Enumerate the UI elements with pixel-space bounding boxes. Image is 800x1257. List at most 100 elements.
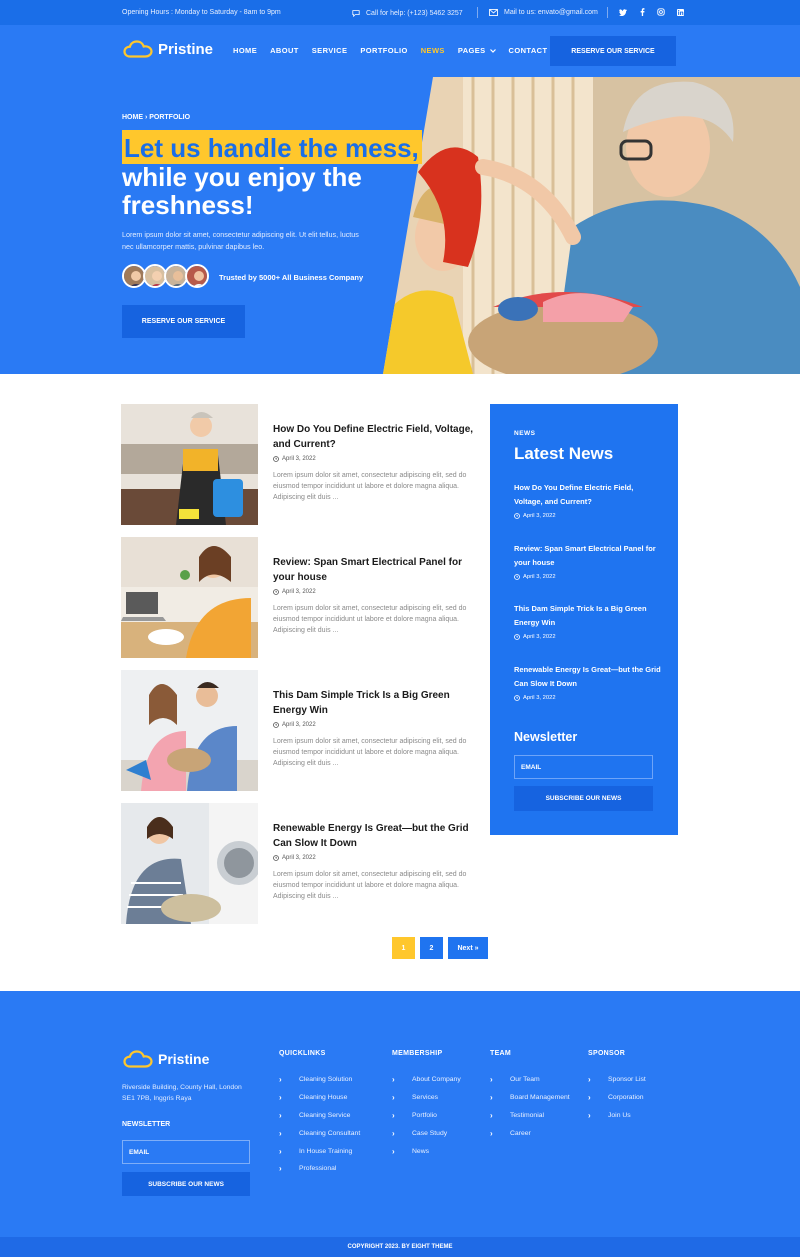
hero-section: HOME › PORTFOLIO Let us handle the mess,… — [0, 77, 800, 374]
footer-link[interactable]: › Our Team — [490, 1071, 570, 1089]
post-thumbnail[interactable] — [121, 803, 258, 924]
footer-link-label: In House Training — [299, 1147, 353, 1155]
post-date: April 3, 2022 — [273, 855, 316, 861]
footer-link[interactable]: › Cleaning Service — [279, 1107, 360, 1125]
post-title[interactable]: Renewable Energy Is Great—but the Grid C… — [273, 822, 478, 851]
post-thumbnail[interactable] — [121, 537, 258, 658]
main-nav: HOME ABOUT SERVICE PORTFOLIO NEWS PAGES … — [233, 46, 547, 55]
sidebar-news-item[interactable]: This Dam Simple Trick Is a Big Green Ene… — [514, 602, 664, 640]
footer-link-label: Join Us — [608, 1111, 631, 1119]
copyright-bar: COPYRIGHT 2023. BY EIGHT THEME — [0, 1237, 800, 1257]
sidebar-news-date-text: April 3, 2022 — [523, 513, 556, 519]
chevron-right-icon: › — [490, 1093, 493, 1103]
footer-link[interactable]: › Services — [392, 1089, 461, 1107]
social-links — [618, 7, 685, 17]
linkedin-icon[interactable] — [675, 7, 685, 17]
blog-post[interactable]: Review: Span Smart Electrical Panel for … — [121, 537, 481, 658]
clock-icon — [273, 722, 279, 728]
footer-column-sponsor: SPONSOR › Sponsor List › Corporation › Join… — [588, 1050, 646, 1124]
chevron-right-icon: › — [392, 1146, 395, 1156]
footer-link-label: Sponsor List — [608, 1076, 646, 1084]
chevron-right-icon: › — [279, 1110, 282, 1120]
page-2-button[interactable]: 2 — [420, 937, 443, 959]
help-contact[interactable]: Call for help: (+123) 5462 3257 — [352, 9, 463, 17]
footer-link[interactable]: › Case Study — [392, 1124, 461, 1142]
sidebar-news-item[interactable]: Review: Span Smart Electrical Panel for … — [514, 542, 664, 580]
facebook-icon[interactable] — [637, 7, 647, 17]
footer-link-label: Cleaning Service — [299, 1111, 351, 1119]
footer-link[interactable]: › Join Us — [588, 1107, 646, 1125]
footer-link[interactable]: › Professional — [279, 1160, 360, 1178]
chevron-right-icon: › — [392, 1075, 395, 1085]
footer-link[interactable]: › In House Training — [279, 1142, 360, 1160]
footer-column-heading: TEAM — [490, 1050, 512, 1057]
sidebar-news-title[interactable]: Renewable Energy Is Great—but the Grid C… — [514, 663, 664, 690]
footer-link[interactable]: › Sponsor List — [588, 1071, 646, 1089]
footer-logo[interactable]: Pristine — [123, 1050, 209, 1068]
sidebar-news-date: April 3, 2022 — [514, 513, 664, 519]
footer-link[interactable]: › Cleaning Solution — [279, 1071, 360, 1089]
nav-news[interactable]: NEWS — [421, 46, 445, 55]
instagram-icon[interactable] — [656, 7, 666, 17]
twitter-icon[interactable] — [618, 7, 628, 17]
sidebar-news-title[interactable]: How Do You Define Electric Field, Voltag… — [514, 481, 664, 508]
post-date: April 3, 2022 — [273, 456, 316, 462]
nav-portfolio[interactable]: PORTFOLIO — [360, 46, 407, 55]
post-title[interactable]: Review: Span Smart Electrical Panel for … — [273, 556, 478, 585]
mail-contact[interactable]: Mail to us: envato@gmail.com — [489, 9, 598, 16]
reserve-service-button[interactable]: RESERVE OUR SERVICE — [550, 36, 676, 66]
cloud-logo-icon — [123, 1050, 153, 1068]
sidebar-news-item[interactable]: Renewable Energy Is Great—but the Grid C… — [514, 663, 664, 701]
sidebar-news-title[interactable]: This Dam Simple Trick Is a Big Green Ene… — [514, 602, 664, 629]
blog-post[interactable]: Renewable Energy Is Great—but the Grid C… — [121, 803, 481, 924]
sidebar-email-field[interactable]: EMAIL — [514, 755, 653, 779]
next-page-button[interactable]: Next » — [448, 937, 488, 959]
sidebar-news-item[interactable]: How Do You Define Electric Field, Voltag… — [514, 481, 664, 519]
clock-icon — [514, 574, 520, 580]
footer-link[interactable]: › Board Management — [490, 1089, 570, 1107]
main-header: Pristine HOME ABOUT SERVICE PORTFOLIO NE… — [0, 25, 800, 77]
footer-link[interactable]: › Portfolio — [392, 1107, 461, 1125]
post-thumbnail[interactable] — [121, 404, 258, 525]
footer-email-field[interactable]: EMAIL — [122, 1140, 250, 1164]
sidebar-subscribe-button[interactable]: SUBSCRIBE OUR NEWS — [514, 786, 653, 811]
post-date-text: April 3, 2022 — [282, 589, 316, 595]
clock-icon — [273, 456, 279, 462]
customer-avatars — [122, 264, 209, 288]
footer-column-heading: QUICKLINKS — [279, 1050, 326, 1057]
clock-icon — [514, 513, 520, 519]
footer-link-label: Cleaning Solution — [299, 1076, 353, 1084]
footer-link-label: Corporation — [608, 1094, 644, 1102]
footer-link[interactable]: › Corporation — [588, 1089, 646, 1107]
chevron-down-icon — [489, 48, 496, 53]
post-title[interactable]: This Dam Simple Trick Is a Big Green Ene… — [273, 689, 478, 718]
sidebar-news-title[interactable]: Review: Span Smart Electrical Panel for … — [514, 542, 664, 569]
nav-pages[interactable]: PAGES — [458, 46, 496, 55]
clock-icon — [273, 589, 279, 595]
nav-home[interactable]: HOME — [233, 46, 257, 55]
footer-link[interactable]: › About Company — [392, 1071, 461, 1089]
chevron-right-icon: › — [279, 1093, 282, 1103]
blog-post[interactable]: How Do You Define Electric Field, Voltag… — [121, 404, 481, 525]
hero-photo — [383, 77, 800, 374]
footer-link[interactable]: › Testimonial — [490, 1107, 570, 1125]
footer-subscribe-button[interactable]: SUBSCRIBE OUR NEWS — [122, 1172, 250, 1196]
nav-contact[interactable]: CONTACT — [509, 46, 548, 55]
footer-link[interactable]: › Career — [490, 1124, 570, 1142]
post-title[interactable]: How Do You Define Electric Field, Voltag… — [273, 423, 478, 452]
page-1-button[interactable]: 1 — [392, 937, 415, 959]
post-thumbnail[interactable] — [121, 670, 258, 791]
divider — [477, 7, 478, 18]
blog-post[interactable]: This Dam Simple Trick Is a Big Green Ene… — [121, 670, 481, 791]
chevron-right-icon: › — [588, 1110, 591, 1120]
brand-logo[interactable]: Pristine — [123, 40, 213, 58]
footer-link[interactable]: › News — [392, 1142, 461, 1160]
footer-link[interactable]: › Cleaning House — [279, 1089, 360, 1107]
footer-link[interactable]: › Cleaning Consultant — [279, 1124, 360, 1142]
site-footer: Pristine Riverside Building, County Hall… — [0, 991, 800, 1237]
nav-service[interactable]: SERVICE — [312, 46, 348, 55]
nav-about[interactable]: ABOUT — [270, 46, 299, 55]
hero-reserve-button[interactable]: RESERVE OUR SERVICE — [122, 305, 245, 338]
help-phone: Call for help: (+123) 5462 3257 — [366, 9, 463, 17]
footer-link-label: Our Team — [510, 1076, 540, 1084]
